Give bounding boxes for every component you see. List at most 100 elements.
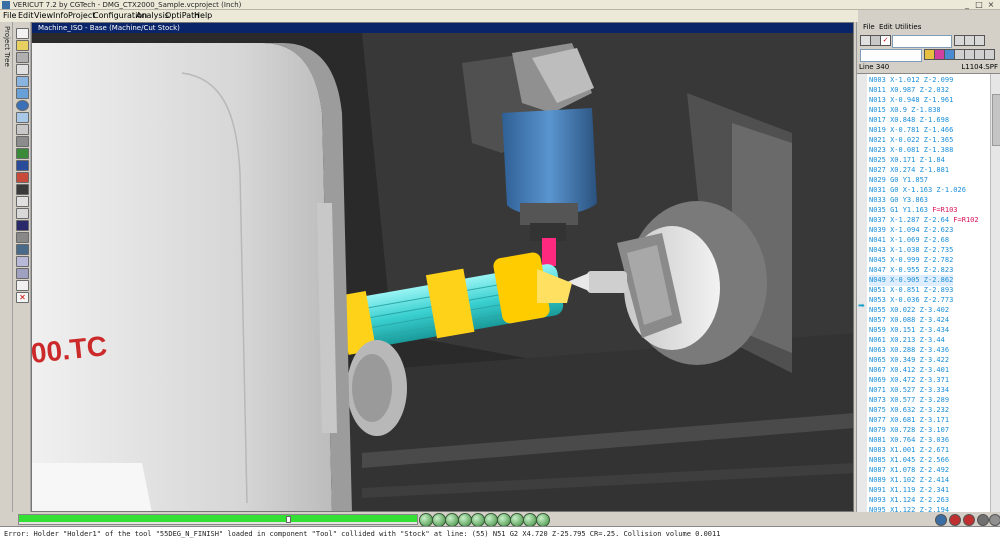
table-icon[interactable]	[16, 280, 29, 291]
nc-line-text: N059 X0.151 Z-3.434	[869, 326, 950, 334]
log-bar: Error: Holder "Holder1" of the tool "55D…	[0, 526, 1000, 551]
minimize-button[interactable]: _	[962, 0, 972, 9]
nc-line-text: N065 X0.349 Z-3.422	[869, 356, 950, 364]
simulation-progress-marker[interactable]	[286, 516, 291, 523]
stop-icon[interactable]	[949, 514, 961, 526]
playback-loop-button[interactable]	[471, 513, 485, 527]
simulation-progress[interactable]	[18, 514, 418, 525]
nc-line-text: N029 G0 Y1.857	[869, 176, 929, 184]
playback-step-button[interactable]	[432, 513, 446, 527]
print-icon[interactable]	[16, 64, 29, 75]
playback-end-button[interactable]	[523, 513, 537, 527]
menu-file[interactable]: File	[3, 10, 16, 22]
nc-line-text: N053 X-0.036 Z-2.773	[869, 296, 954, 304]
nc-line-text: N061 X0.213 Z-3.44	[869, 336, 945, 344]
animation-speed-icon[interactable]	[935, 514, 947, 526]
playback-bar	[0, 512, 1000, 527]
window-title: VERICUT 7.2 by CGTech - DMG_CTX2000_Samp…	[13, 1, 242, 9]
measure-icon[interactable]	[16, 208, 29, 219]
nc-menu-file[interactable]: File	[863, 22, 875, 33]
spindle-nose	[520, 203, 578, 225]
machine-viewport[interactable]: Machine_ISO - Base (Machine/Cut Stock) 0…	[31, 22, 854, 512]
folder-icon[interactable]	[16, 40, 29, 51]
machine-scene[interactable]: 00.TC	[32, 33, 854, 512]
nc-scrollbar[interactable]	[990, 74, 1000, 513]
nc-file-combo[interactable]	[860, 49, 922, 62]
nc-line-text: N023 X-0.081 Z-1.388	[869, 146, 954, 154]
playback-play-button[interactable]	[458, 513, 472, 527]
zoom-icon[interactable]	[16, 196, 29, 207]
nc-filter-combo[interactable]	[892, 35, 952, 48]
nc-line-text: N033 G0 Y3.863	[869, 196, 929, 204]
nc-line-text: N089 X1.102 Z-2.414	[869, 476, 950, 484]
record-icon[interactable]	[963, 514, 975, 526]
save-icon[interactable]	[16, 52, 29, 63]
tool-icon[interactable]	[16, 172, 29, 183]
view-icon[interactable]	[16, 256, 29, 267]
settings-icon[interactable]	[977, 514, 989, 526]
nc-line-text: N035 G1 Y1.163	[869, 206, 933, 214]
status-message: Error: Holder "Holder1" of the tool "55D…	[4, 530, 721, 538]
playback-run-button[interactable]	[484, 513, 498, 527]
nc-file-name: L1104.SPF	[961, 63, 998, 71]
nc-scroll-thumb[interactable]	[992, 94, 1000, 146]
cross-icon[interactable]	[16, 220, 29, 231]
nc-menu-utilities[interactable]: Utilities	[895, 22, 921, 33]
nc-program-panel: File Edit Utilities ✓ Line 340 L1104.SPF…	[856, 22, 1000, 513]
menu-view[interactable]: View	[34, 10, 53, 22]
door-window	[32, 463, 152, 511]
nc-line-text: N075 X0.632 Z-3.232	[869, 406, 950, 414]
nc-line-text: N003 X-1.012 Z-2.099	[869, 76, 954, 84]
nc-check-icon[interactable]: ✓	[880, 35, 891, 46]
menu-info[interactable]: Info	[53, 10, 68, 22]
nc-line-text: N039 X-1.094 Z-2.623	[869, 226, 954, 234]
nc-line-text: N071 X0.527 Z-3.334	[869, 386, 950, 394]
nc-line-text: N013 X-0.948 Z-1.961	[869, 96, 954, 104]
playback-cut-button[interactable]	[536, 513, 550, 527]
layout-icon[interactable]	[16, 124, 29, 135]
nc-line-text: N063 X0.288 Z-3.436	[869, 346, 950, 354]
nc-lines[interactable]: N003 X-1.012 Z-2.099 N011 X0.987 Z-2.032 N…	[867, 74, 989, 513]
open-icon[interactable]	[16, 28, 29, 39]
nc-feed-value: F=R102	[953, 216, 979, 224]
playback-reset-button[interactable]	[419, 513, 433, 527]
nc-line-text: N017 X0.848 Z-1.698	[869, 116, 950, 124]
playback-stop-button[interactable]	[445, 513, 459, 527]
nc-line-text: N073 X0.577 Z-3.289	[869, 396, 950, 404]
nc-code-listing[interactable]: ➡ N003 X-1.012 Z-2.099 N011 X0.987 Z-2.03…	[857, 73, 1000, 513]
current-line-arrow-icon: ➡	[858, 301, 865, 310]
control-icon[interactable]	[16, 148, 29, 159]
close-button[interactable]: ×	[986, 0, 996, 9]
playback-ff-button[interactable]	[510, 513, 524, 527]
nc-goto-icon[interactable]	[974, 35, 985, 46]
menu-project[interactable]: Project	[68, 10, 95, 22]
grid-icon[interactable]	[16, 268, 29, 279]
nc-toolbar-top: ✓	[860, 34, 998, 48]
nc-line-text: N057 X0.088 Z-3.424	[869, 316, 950, 324]
machine-icon[interactable]	[16, 136, 29, 147]
cut-icon[interactable]	[16, 232, 29, 243]
maximize-button[interactable]: □	[974, 0, 984, 9]
delete-icon[interactable]: ✕	[16, 292, 29, 303]
window-icon[interactable]	[16, 112, 29, 123]
nc-line-text: N015 X0.9 Z-1.838	[869, 106, 941, 114]
nc-line-text: N087 X1.078 Z-2.492	[869, 466, 950, 474]
undo-icon[interactable]	[16, 88, 29, 99]
info-icon[interactable]	[989, 514, 1000, 526]
globe-icon[interactable]	[16, 100, 29, 111]
playback-rewind-button[interactable]	[497, 513, 511, 527]
nc-panel-menu: File Edit Utilities	[857, 22, 1000, 33]
app-icon	[2, 1, 10, 9]
left-collar-face	[352, 354, 392, 422]
section-icon[interactable]	[16, 244, 29, 255]
nc-current-line: Line 340	[859, 63, 890, 71]
reset-icon[interactable]	[16, 76, 29, 87]
gear-icon[interactable]	[16, 184, 29, 195]
menu-help[interactable]: Help	[194, 10, 212, 22]
nc-settings-icon[interactable]	[984, 49, 995, 60]
shield-icon[interactable]	[16, 160, 29, 171]
nc-line-text: N047 X-0.955 Z-2.823	[869, 266, 954, 274]
project-tree-tab[interactable]: Project Tree	[0, 22, 13, 512]
nc-menu-edit[interactable]: Edit	[879, 22, 893, 33]
menu-edit[interactable]: Edit	[18, 10, 34, 22]
